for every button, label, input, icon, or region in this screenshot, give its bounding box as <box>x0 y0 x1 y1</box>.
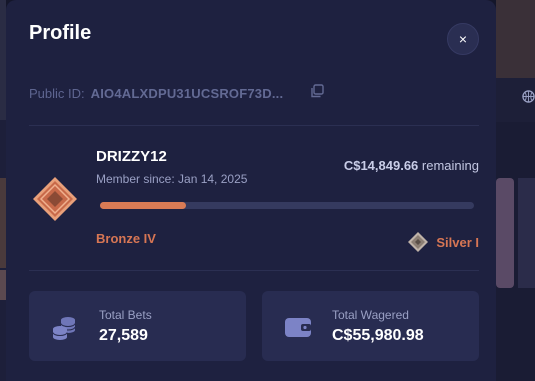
bronze-rank-icon <box>33 177 77 221</box>
basketball-icon <box>522 90 535 103</box>
rank-progress-fill <box>100 202 187 209</box>
close-icon: × <box>458 31 468 47</box>
modal-title: Profile <box>29 22 92 44</box>
total-wagered-label: Total Wagered <box>332 308 409 322</box>
coins-stack-icon <box>52 317 76 340</box>
silver-rank-icon <box>408 232 429 252</box>
public-id-label: Public ID: <box>29 86 85 101</box>
public-id: Public ID: AIO4ALXDPU31UCSROF73D... <box>29 86 283 101</box>
total-wagered-value: C$55,980.98 <box>332 327 424 344</box>
next-rank-label: Silver I <box>436 234 479 250</box>
rank-progress-bar <box>100 202 474 209</box>
total-bets-value: 27,589 <box>99 327 148 344</box>
divider <box>29 270 479 271</box>
public-id-value: AIO4ALXDPU31UCSROF73D... <box>90 86 284 101</box>
background-right-panel <box>496 0 535 381</box>
divider <box>29 125 479 126</box>
remaining-value: C$14,849.66 <box>343 158 419 173</box>
username: DRIZZY12 <box>96 148 167 165</box>
total-bets-card: Total Bets 27,589 <box>29 291 246 361</box>
total-bets-label: Total Bets <box>99 308 152 322</box>
close-button[interactable]: × <box>447 23 479 55</box>
wallet-icon <box>285 318 311 337</box>
current-rank: Bronze IV <box>96 231 156 246</box>
next-rank: Silver I <box>407 231 479 253</box>
remaining-label: remaining <box>421 158 479 173</box>
remaining-amount: C$14,849.66 remaining <box>344 158 479 173</box>
total-wagered-card: Total Wagered C$55,980.98 <box>262 291 479 361</box>
profile-modal: Profile × Public ID: AIO4ALXDPU31UCSROF73… <box>6 0 496 381</box>
member-since: Member since: Jan 14, 2025 <box>96 172 248 186</box>
copy-icon[interactable] <box>310 84 324 98</box>
